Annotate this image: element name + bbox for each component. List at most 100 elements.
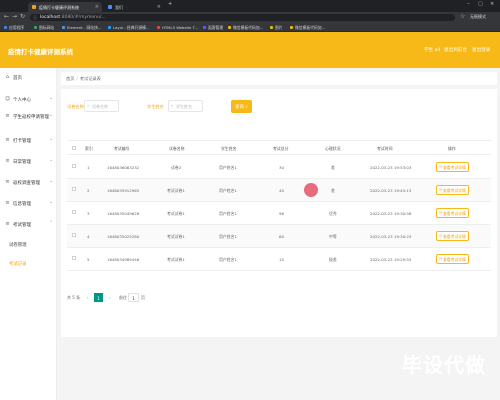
sidebar-item-exam[interactable]: ≡ 考试管理 ⌃ xyxy=(0,219,57,231)
cell-exam-no: 1648035049628 xyxy=(107,211,140,216)
breadcrumb-home[interactable]: 首页 xyxy=(66,76,74,81)
sidebar-item-survey[interactable]: ≡ 返校调查管理 ⌄ xyxy=(0,177,57,189)
breadcrumb-separator: / xyxy=(76,76,78,81)
search-input-student[interactable]: ⌕ 学生姓名 xyxy=(168,100,203,112)
cell-paper: 考试试卷1 xyxy=(167,188,186,193)
chevron-up-icon: ⌃ xyxy=(49,221,53,226)
detail-icon: ☷ xyxy=(439,234,443,238)
view-detail-button[interactable]: ☷ 查看考试详情 xyxy=(436,254,469,264)
view-detail-button[interactable]: ☷ 查看考试详情 xyxy=(436,185,469,195)
browser-tab[interactable]: 我们 × xyxy=(104,2,164,12)
info-icon: ⓘ xyxy=(33,15,37,20)
view-detail-label: 查看考试详情 xyxy=(443,188,466,193)
logout-link[interactable]: 退出登录 xyxy=(472,47,490,53)
app-title: 疫情打卡健康评测系统 xyxy=(8,48,73,56)
chevron-down-icon: ⌄ xyxy=(49,158,53,163)
cell-index: 4 xyxy=(87,234,90,239)
favicon-icon xyxy=(108,5,112,9)
cell-exam-no: 1648036083232 xyxy=(107,165,140,170)
bookmark-item[interactable]: 微信模板代码加... xyxy=(290,25,325,31)
view-detail-label: 查看考试详情 xyxy=(443,234,466,239)
address-bar-row: ← → ↻ ⓘ localhost:8080/#/mymenu/... ☆ 无痕… xyxy=(0,12,500,23)
bookmark-item[interactable]: 图片 xyxy=(270,25,283,31)
sidebar-subitem-exam-record[interactable]: 考试记录 xyxy=(0,258,57,270)
search-placeholder-paper: 试卷名称 xyxy=(92,104,108,109)
star-icon[interactable]: ☆ xyxy=(460,13,465,20)
watermark-text: 毕设代做 xyxy=(402,353,486,377)
view-detail-label: 查看考试详情 xyxy=(443,257,466,262)
bookmark-item[interactable]: 图标网站 xyxy=(34,25,54,31)
search-input-paper[interactable]: ⌕ 试卷名称 xyxy=(84,100,119,112)
goto-suffix: 页 xyxy=(141,295,145,300)
sidebar-item-profile[interactable]: ☺ 个人中心 ⌄ xyxy=(0,94,57,106)
list-icon: ≡ xyxy=(5,200,10,206)
sidebar-item-return-apply[interactable]: ≡ 学生返校申请管理 ⌄ xyxy=(0,111,57,123)
query-button[interactable]: 查询 ⌕ xyxy=(231,100,252,113)
bookmark-item[interactable]: 应用程序 xyxy=(4,25,24,31)
cell-time: 2022-03-23 19:30:58 xyxy=(370,211,412,216)
column-header: 考试编号 xyxy=(114,146,130,151)
close-window-icon[interactable]: × xyxy=(490,1,494,7)
browser-tab-active[interactable]: 疫情打卡健康评测系统 × xyxy=(28,2,102,12)
select-all-checkbox[interactable] xyxy=(72,146,76,150)
forward-icon[interactable]: → xyxy=(12,13,17,20)
column-header: 学生姓名 xyxy=(221,146,237,151)
bookmark-item[interactable]: Layui - 经典开源模... xyxy=(108,25,150,31)
sidebar-item-home[interactable]: ⌂ 首页 xyxy=(0,72,57,84)
page-button-current[interactable]: 1 xyxy=(94,293,103,302)
cell-mental: 中等 xyxy=(329,234,337,239)
cell-time: 2022-03-23 19:45:13 xyxy=(370,188,412,193)
row-checkbox[interactable] xyxy=(72,187,76,191)
row-checkbox[interactable] xyxy=(72,256,76,260)
bookmark-item[interactable]: 面客管理 xyxy=(203,25,223,31)
column-header: 心理状况 xyxy=(325,146,341,151)
maximize-icon[interactable]: ▢ xyxy=(478,1,483,7)
prev-page-button[interactable]: ‹ xyxy=(83,293,92,302)
sidebar-item-daily[interactable]: ≡ 日常管理 ⌄ xyxy=(0,156,57,168)
cell-exam-no: 1648035912965 xyxy=(107,188,140,193)
cell-index: 2 xyxy=(87,188,90,193)
detail-icon: ☷ xyxy=(439,188,443,192)
next-page-button[interactable]: › xyxy=(105,293,114,302)
column-header: 考试总分 xyxy=(273,146,289,151)
table-row: 4 1648035025280 考试试卷1 用户姓名1 60 中等 2022-0… xyxy=(67,225,491,248)
bookmark-item[interactable]: 微信模板代码加... xyxy=(228,25,263,31)
cell-time: 2022-03-23 19:53:03 xyxy=(370,165,412,170)
row-checkbox[interactable] xyxy=(72,164,76,168)
view-detail-button[interactable]: ☷ 查看考试详情 xyxy=(436,162,469,172)
table-header: 索引 考试编号 试卷名称 学生姓名 考试总分 心理状况 考试时间 操作 xyxy=(67,140,491,155)
close-tab-icon[interactable]: × xyxy=(157,4,161,10)
cell-time: 2022-03-23 19:30:25 xyxy=(370,234,412,239)
detail-icon: ☷ xyxy=(439,211,443,215)
close-tab-icon[interactable]: × xyxy=(95,4,99,10)
chevron-down-icon: ⌄ xyxy=(49,96,53,101)
url-path: :8080/#/mymenu/... xyxy=(60,15,106,20)
profile-label[interactable]: 无痕模式 xyxy=(470,14,486,20)
sidebar-item-label: 打卡管理 xyxy=(13,139,31,144)
cell-student: 用户姓名1 xyxy=(219,165,238,170)
row-checkbox[interactable] xyxy=(72,210,76,214)
table-row: 2 1648035912965 考试试卷1 用户姓名1 40 差 2022-03… xyxy=(67,179,491,202)
sidebar-item-label: 个人中心 xyxy=(13,98,31,103)
front-link[interactable]: 退出到前台 xyxy=(444,47,467,53)
row-checkbox[interactable] xyxy=(72,233,76,237)
minimize-icon[interactable]: – xyxy=(467,1,470,7)
list-icon: ≡ xyxy=(5,158,10,164)
goto-page-input[interactable]: 1 xyxy=(128,293,139,302)
sidebar-item-info[interactable]: ≡ 信息管理 ⌄ xyxy=(0,198,57,210)
table-row: 1 1648036083232 试卷2 用户姓名1 30 差 2022-03-2… xyxy=(67,156,491,179)
bookmark-item[interactable]: Element - 网站快... xyxy=(62,25,102,31)
new-tab-icon[interactable]: + xyxy=(168,1,172,7)
sidebar-item-checkin[interactable]: ≡ 打卡管理 ⌄ xyxy=(0,135,57,147)
view-detail-button[interactable]: ☷ 查看考试详情 xyxy=(436,208,469,218)
back-icon[interactable]: ← xyxy=(4,13,9,20)
cell-paper: 考试试卷1 xyxy=(167,234,186,239)
bookmark-item[interactable]: HTML5 Website T... xyxy=(157,25,198,30)
search-label-paper: 试卷名称 xyxy=(67,104,84,109)
list-icon: ≡ xyxy=(5,179,10,185)
sidebar-subitem-paper[interactable]: 试卷管理 xyxy=(0,239,57,251)
reload-icon[interactable]: ↻ xyxy=(20,13,25,20)
view-detail-button[interactable]: ☷ 查看考试详情 xyxy=(436,231,469,241)
url-field[interactable]: ⓘ localhost:8080/#/mymenu/... xyxy=(30,14,455,21)
view-detail-label: 查看考试详情 xyxy=(443,211,466,216)
